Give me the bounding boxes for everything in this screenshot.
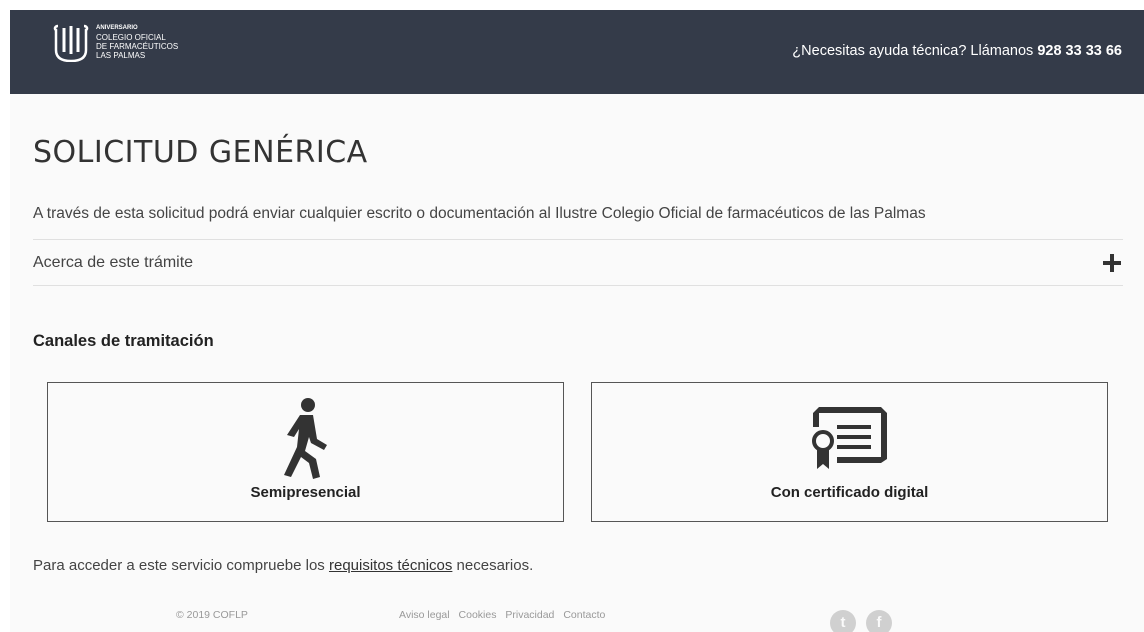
section-title: Canales de tramitación	[33, 332, 214, 350]
plus-icon[interactable]	[1103, 254, 1121, 272]
footer-link-contacto[interactable]: Contacto	[563, 609, 605, 621]
walking-person-icon	[283, 398, 327, 479]
page-description: A través de esta solicitud podrá enviar …	[33, 205, 926, 222]
logo-mark-icon	[53, 24, 89, 62]
page: ANIVERSARIO COLEGIO OFICIAL DE FARMACÉUT…	[10, 10, 1144, 632]
accordion-acerca[interactable]: Acerca de este trámite	[33, 239, 1123, 286]
twitter-icon[interactable]: t	[830, 610, 856, 632]
footer-link-cookies[interactable]: Cookies	[459, 609, 497, 621]
header: ANIVERSARIO COLEGIO OFICIAL DE FARMACÉUT…	[10, 10, 1144, 94]
channel-certificado-button[interactable]: Con certificado digital	[591, 382, 1108, 522]
facebook-icon[interactable]: f	[866, 610, 892, 632]
help-label: ¿Necesitas ayuda técnica? Llámanos	[792, 43, 1038, 59]
logo[interactable]: ANIVERSARIO COLEGIO OFICIAL DE FARMACÉUT…	[52, 22, 178, 62]
footer-copyright: © 2019 COFLP	[176, 609, 248, 621]
channel-label: Semipresencial	[250, 484, 361, 501]
channel-label: Con certificado digital	[770, 484, 929, 501]
logo-text: ANIVERSARIO COLEGIO OFICIAL DE FARMACÉUT…	[96, 25, 179, 60]
footer-link-aviso[interactable]: Aviso legal	[399, 609, 450, 621]
access-suffix: necesarios.	[452, 557, 534, 574]
footer-link-privacidad[interactable]: Privacidad	[505, 609, 554, 621]
certificate-icon	[811, 407, 887, 469]
channel-semipresencial-button[interactable]: Semipresencial	[47, 382, 564, 522]
accordion-label: Acerca de este trámite	[33, 254, 194, 271]
footer-links: Aviso legal Cookies Privacidad Contacto	[399, 609, 611, 621]
access-text: Para acceder a este servicio compruebe l…	[33, 557, 533, 574]
page-title: SOLICITUD GENÉRICA	[33, 135, 368, 170]
help-text: ¿Necesitas ayuda técnica? Llámanos 928 3…	[792, 43, 1122, 59]
requisitos-link[interactable]: requisitos técnicos	[329, 557, 452, 574]
social-links: t f	[830, 610, 892, 632]
access-prefix: Para acceder a este servicio compruebe l…	[33, 557, 329, 574]
help-phone[interactable]: 928 33 33 66	[1037, 43, 1122, 59]
